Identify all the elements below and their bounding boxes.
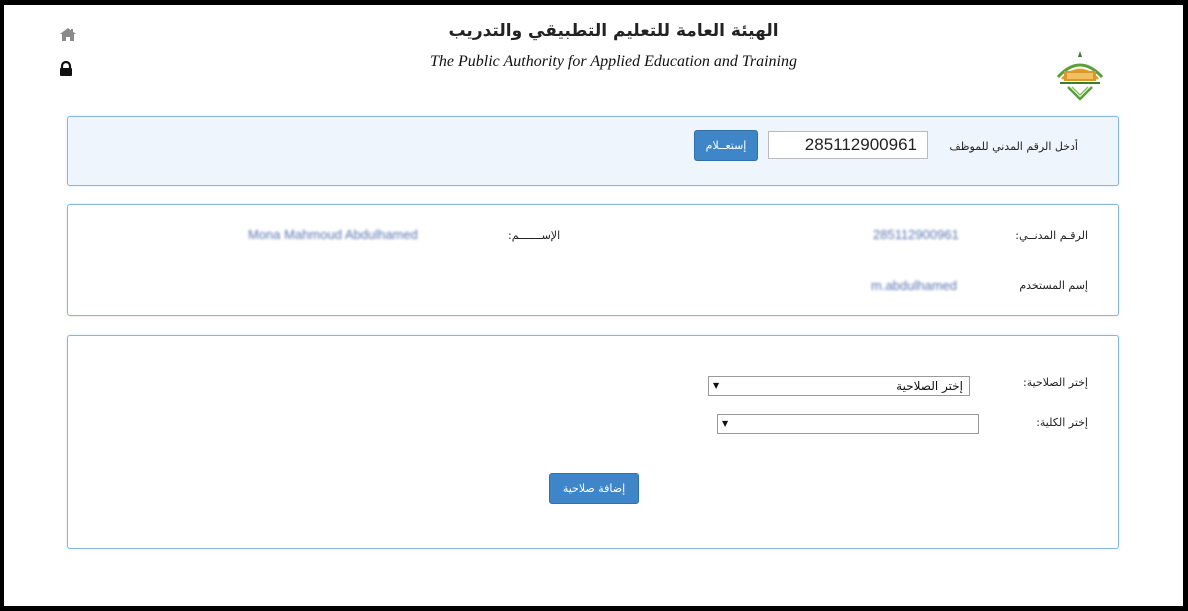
header-title-arabic: الهيئة العامة للتعليم التطبيقي والتدريب bbox=[448, 21, 779, 41]
college-label: إختر الكلية: bbox=[1036, 416, 1088, 429]
name-value: Mona Mahmoud Abdulhamed bbox=[248, 227, 418, 242]
name-label: الإســـــــم: bbox=[508, 229, 561, 242]
civil-id-search-label: أدخل الرقم المدني للموظف bbox=[949, 140, 1078, 153]
add-permission-button[interactable]: إضافة صلاحية bbox=[549, 473, 639, 504]
username-label: إسم المستخدم bbox=[1019, 279, 1088, 292]
role-select-value: إختر الصلاحية bbox=[896, 379, 963, 393]
permission-panel: إختر الصلاحية: ▼ إختر الصلاحية إختر الكل… bbox=[67, 335, 1119, 549]
role-label: إختر الصلاحية: bbox=[1023, 376, 1088, 389]
employee-info-panel: الرقـم المدنــي: 285112900961 الإســــــ… bbox=[67, 204, 1119, 316]
chevron-down-icon: ▼ bbox=[713, 381, 720, 390]
civil-id-label: الرقـم المدنــي: bbox=[1015, 229, 1088, 242]
role-select[interactable]: ▼ إختر الصلاحية bbox=[708, 376, 970, 396]
civil-id-search-input[interactable]: 285112900961 bbox=[768, 131, 928, 159]
header-title-english: The Public Authority for Applied Educati… bbox=[430, 53, 797, 70]
username-value: m.abdulhamed bbox=[871, 278, 957, 293]
query-button[interactable]: إستعــلام bbox=[694, 130, 758, 161]
window-frame: الهيئة العامة للتعليم التطبيقي والتدريب … bbox=[0, 0, 1188, 611]
search-panel: أدخل الرقم المدني للموظف 285112900961 إس… bbox=[67, 116, 1119, 186]
college-select[interactable]: ▼ bbox=[717, 414, 979, 434]
chevron-down-icon: ▼ bbox=[722, 419, 729, 428]
civil-id-value: 285112900961 bbox=[873, 227, 959, 242]
